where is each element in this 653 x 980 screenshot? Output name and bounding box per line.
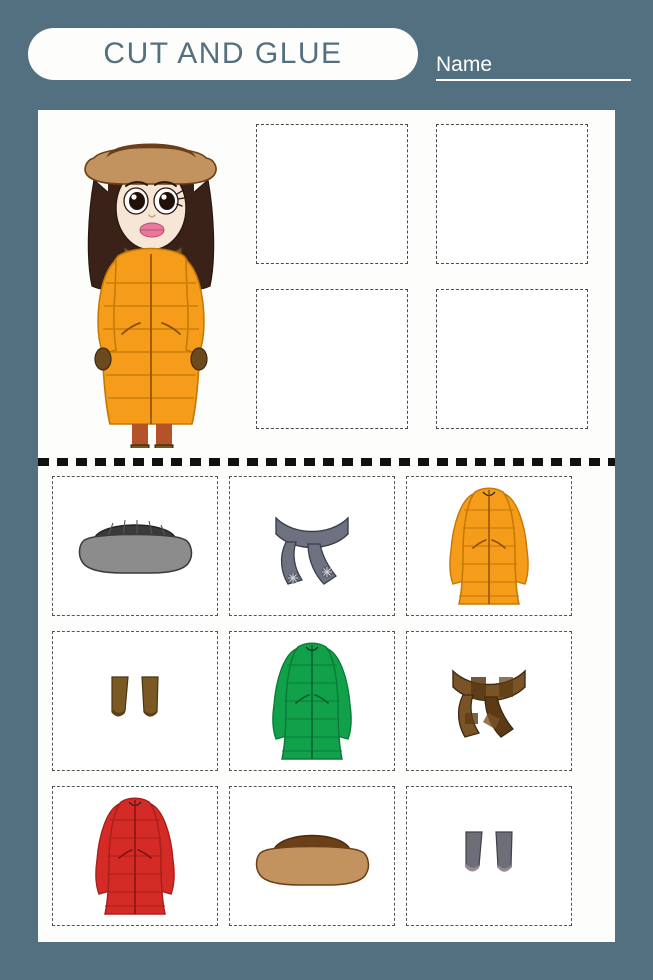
worksheet-header: CUT AND GLUE Name — [0, 0, 653, 96]
top-section — [38, 110, 615, 470]
glue-target-box-3[interactable] — [256, 289, 408, 429]
name-label: Name — [436, 53, 493, 76]
cut-piece-orange-coat[interactable] — [406, 476, 572, 616]
cut-piece-gray-boots[interactable] — [406, 786, 572, 926]
name-input-line[interactable] — [436, 79, 631, 81]
cut-piece-gray-scarf[interactable] — [229, 476, 395, 616]
cut-piece-brown-scarf[interactable] — [406, 631, 572, 771]
cut-pieces-grid — [52, 476, 604, 931]
cut-line-divider — [38, 458, 615, 466]
glue-target-box-1[interactable] — [256, 124, 408, 264]
glue-target-grid — [256, 124, 606, 436]
cut-piece-red-coat[interactable] — [52, 786, 218, 926]
cut-piece-gray-fur-hat[interactable] — [52, 476, 218, 616]
glue-target-box-2[interactable] — [436, 124, 588, 264]
cut-piece-brown-fur-hat[interactable] — [229, 786, 395, 926]
glue-target-box-4[interactable] — [436, 289, 588, 429]
page-title: CUT AND GLUE — [103, 37, 343, 70]
cut-piece-green-coat[interactable] — [229, 631, 395, 771]
cut-piece-brown-boots[interactable] — [52, 631, 218, 771]
worksheet-page — [38, 110, 615, 942]
character-illustration — [56, 118, 246, 470]
title-pill: CUT AND GLUE — [28, 28, 418, 80]
name-field-group[interactable]: Name — [436, 53, 631, 81]
